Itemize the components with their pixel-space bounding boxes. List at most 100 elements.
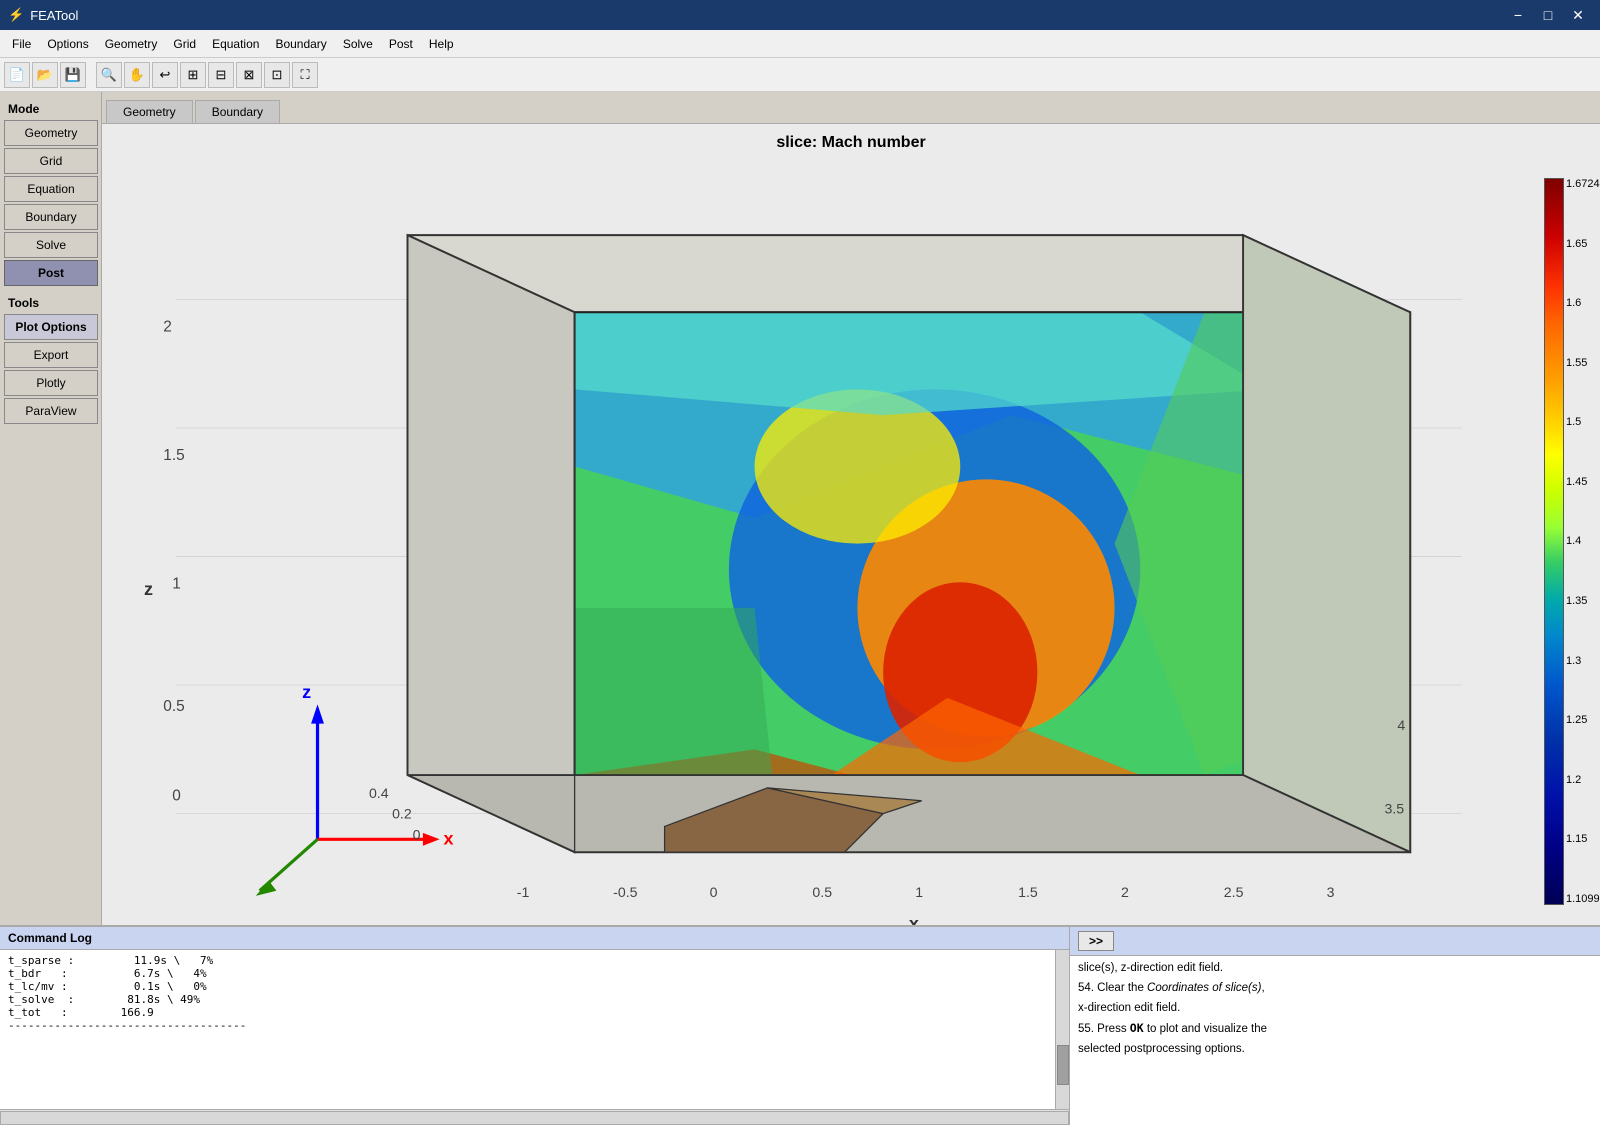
right-panel-header: >>	[1070, 927, 1600, 956]
log-scrollbar[interactable]	[1055, 950, 1069, 1109]
svg-text:0: 0	[710, 884, 718, 900]
svg-text:z: z	[144, 579, 153, 599]
close-button[interactable]: ✕	[1564, 4, 1592, 26]
sidebar-item-grid[interactable]: Grid	[4, 148, 98, 174]
svg-text:-1: -1	[517, 884, 530, 900]
log-line-1: t_sparse : 11.9s \ 7%	[8, 954, 1061, 967]
zoom-in-button[interactable]: ⊞	[180, 62, 206, 88]
colorbar-val-3: 1.55	[1566, 357, 1600, 369]
main-layout: Mode Geometry Grid Equation Boundary Sol…	[0, 92, 1600, 1125]
tab-boundary[interactable]: Boundary	[195, 100, 280, 123]
content-area: Mode Geometry Grid Equation Boundary Sol…	[0, 92, 1600, 925]
menu-item-equation[interactable]: Equation	[204, 34, 267, 54]
log-line-6: ------------------------------------	[8, 1019, 1061, 1032]
fullscreen-button[interactable]: ⛶	[292, 62, 318, 88]
colorbar-labels: 1.6724 1.65 1.6 1.55 1.5 1.45 1.4 1.35 1…	[1566, 178, 1600, 905]
right-line-4: x-direction edit field.	[1078, 1000, 1592, 1016]
right-line-7: selected postprocessing options.	[1078, 1041, 1592, 1057]
svg-text:0: 0	[413, 826, 421, 842]
svg-text:-0.5: -0.5	[613, 884, 637, 900]
svg-text:0.4: 0.4	[369, 785, 389, 801]
titlebar-controls: − □ ✕	[1504, 4, 1592, 26]
colorbar-val-7: 1.35	[1566, 595, 1600, 607]
colorbar-gradient	[1544, 178, 1564, 905]
rotate-button[interactable]: ↩	[152, 62, 178, 88]
sidebar-item-boundary[interactable]: Boundary	[4, 204, 98, 230]
colorbar-val-10: 1.2	[1566, 774, 1600, 786]
right-line-6: 55. Press OK to plot and visualize the	[1078, 1020, 1592, 1037]
sidebar-item-geometry[interactable]: Geometry	[4, 120, 98, 146]
menu-item-options[interactable]: Options	[39, 34, 96, 54]
sidebar-item-plotly[interactable]: Plotly	[4, 370, 98, 396]
svg-text:1: 1	[915, 884, 923, 900]
svg-text:2: 2	[163, 319, 172, 336]
colorbar-val-8: 1.3	[1566, 655, 1600, 667]
log-line-2: t_bdr : 6.7s \ 4%	[8, 967, 1061, 980]
log-line-4: t_solve : 81.8s \ 49%	[8, 993, 1061, 1006]
app-icon: ⚡	[8, 7, 24, 23]
save-button[interactable]: 💾	[60, 62, 86, 88]
colorbar-val-5: 1.45	[1566, 476, 1600, 488]
svg-text:x: x	[444, 828, 454, 848]
plot-title: slice: Mach number	[102, 124, 1600, 158]
new-button[interactable]: 📄	[4, 62, 30, 88]
sidebar-item-post[interactable]: Post	[4, 260, 98, 286]
open-button[interactable]: 📂	[32, 62, 58, 88]
sidebar-item-solve[interactable]: Solve	[4, 232, 98, 258]
colorbar-val-2: 1.6	[1566, 297, 1600, 309]
app-title: FEATool	[30, 8, 78, 23]
plot-container: z x 2 1.5 1 0.5 0 z	[102, 158, 1600, 925]
fit-button[interactable]: ⊠	[236, 62, 262, 88]
menu-item-geometry[interactable]: Geometry	[97, 34, 166, 54]
svg-text:4: 4	[1397, 717, 1405, 733]
right-line-3: 54. Clear the Coordinates of slice(s),	[1078, 980, 1592, 996]
svg-text:x: x	[909, 913, 919, 925]
svg-text:z: z	[302, 682, 311, 702]
menubar: FileOptionsGeometryGridEquationBoundaryS…	[0, 30, 1600, 58]
menu-item-grid[interactable]: Grid	[165, 34, 204, 54]
pan-button[interactable]: ✋	[124, 62, 150, 88]
log-line-3: t_lc/mv : 0.1s \ 0%	[8, 980, 1061, 993]
menu-item-post[interactable]: Post	[381, 34, 421, 54]
command-log-title: Command Log	[8, 931, 92, 945]
colorbar-min: 1.1099	[1566, 893, 1600, 905]
menu-item-solve[interactable]: Solve	[335, 34, 381, 54]
menu-item-boundary[interactable]: Boundary	[267, 34, 334, 54]
svg-text:3: 3	[1327, 884, 1335, 900]
colorbar: 1.6724 1.65 1.6 1.55 1.5 1.45 1.4 1.35 1…	[1544, 178, 1580, 905]
svg-text:0.2: 0.2	[392, 806, 412, 822]
log-line-5: t_tot : 166.9	[8, 1006, 1061, 1019]
command-input-button[interactable]: >>	[1078, 931, 1114, 951]
command-log-content: t_sparse : 11.9s \ 7% t_bdr : 6.7s \ 4% …	[0, 950, 1069, 1109]
svg-text:0: 0	[172, 788, 181, 805]
log-scroll-thumb[interactable]	[1057, 1045, 1069, 1085]
right-line-1: slice(s), z-direction edit field.	[1078, 960, 1592, 976]
svg-text:2.5: 2.5	[1224, 884, 1244, 900]
colorbar-val-1: 1.65	[1566, 238, 1600, 250]
colorbar-val-11: 1.15	[1566, 833, 1600, 845]
menu-item-file[interactable]: File	[4, 34, 39, 54]
svg-text:2: 2	[1121, 884, 1129, 900]
svg-text:1.5: 1.5	[1018, 884, 1038, 900]
svg-text:0.5: 0.5	[163, 698, 184, 715]
sidebar: Mode Geometry Grid Equation Boundary Sol…	[0, 92, 102, 925]
zoom-out-button[interactable]: ⊟	[208, 62, 234, 88]
zoom-button[interactable]: 🔍	[96, 62, 122, 88]
sidebar-item-equation[interactable]: Equation	[4, 176, 98, 202]
sidebar-item-plot-options[interactable]: Plot Options	[4, 314, 98, 340]
axis-button[interactable]: ⊡	[264, 62, 290, 88]
maximize-button[interactable]: □	[1534, 4, 1562, 26]
mode-header: Mode	[4, 100, 97, 118]
tab-geometry[interactable]: Geometry	[106, 100, 193, 123]
bottom-panel: Command Log t_sparse : 11.9s \ 7% t_bdr …	[0, 925, 1600, 1125]
log-hscrollbar[interactable]	[0, 1111, 1069, 1125]
sidebar-item-paraview[interactable]: ParaView	[4, 398, 98, 424]
minimize-button[interactable]: −	[1504, 4, 1532, 26]
command-log-header: Command Log	[0, 927, 1069, 950]
titlebar-left: ⚡ FEATool	[8, 7, 78, 23]
sidebar-item-export[interactable]: Export	[4, 342, 98, 368]
menu-item-help[interactable]: Help	[421, 34, 462, 54]
visualization-area: Geometry Boundary slice: Mach number	[102, 92, 1600, 925]
titlebar: ⚡ FEATool − □ ✕	[0, 0, 1600, 30]
colorbar-val-9: 1.25	[1566, 714, 1600, 726]
